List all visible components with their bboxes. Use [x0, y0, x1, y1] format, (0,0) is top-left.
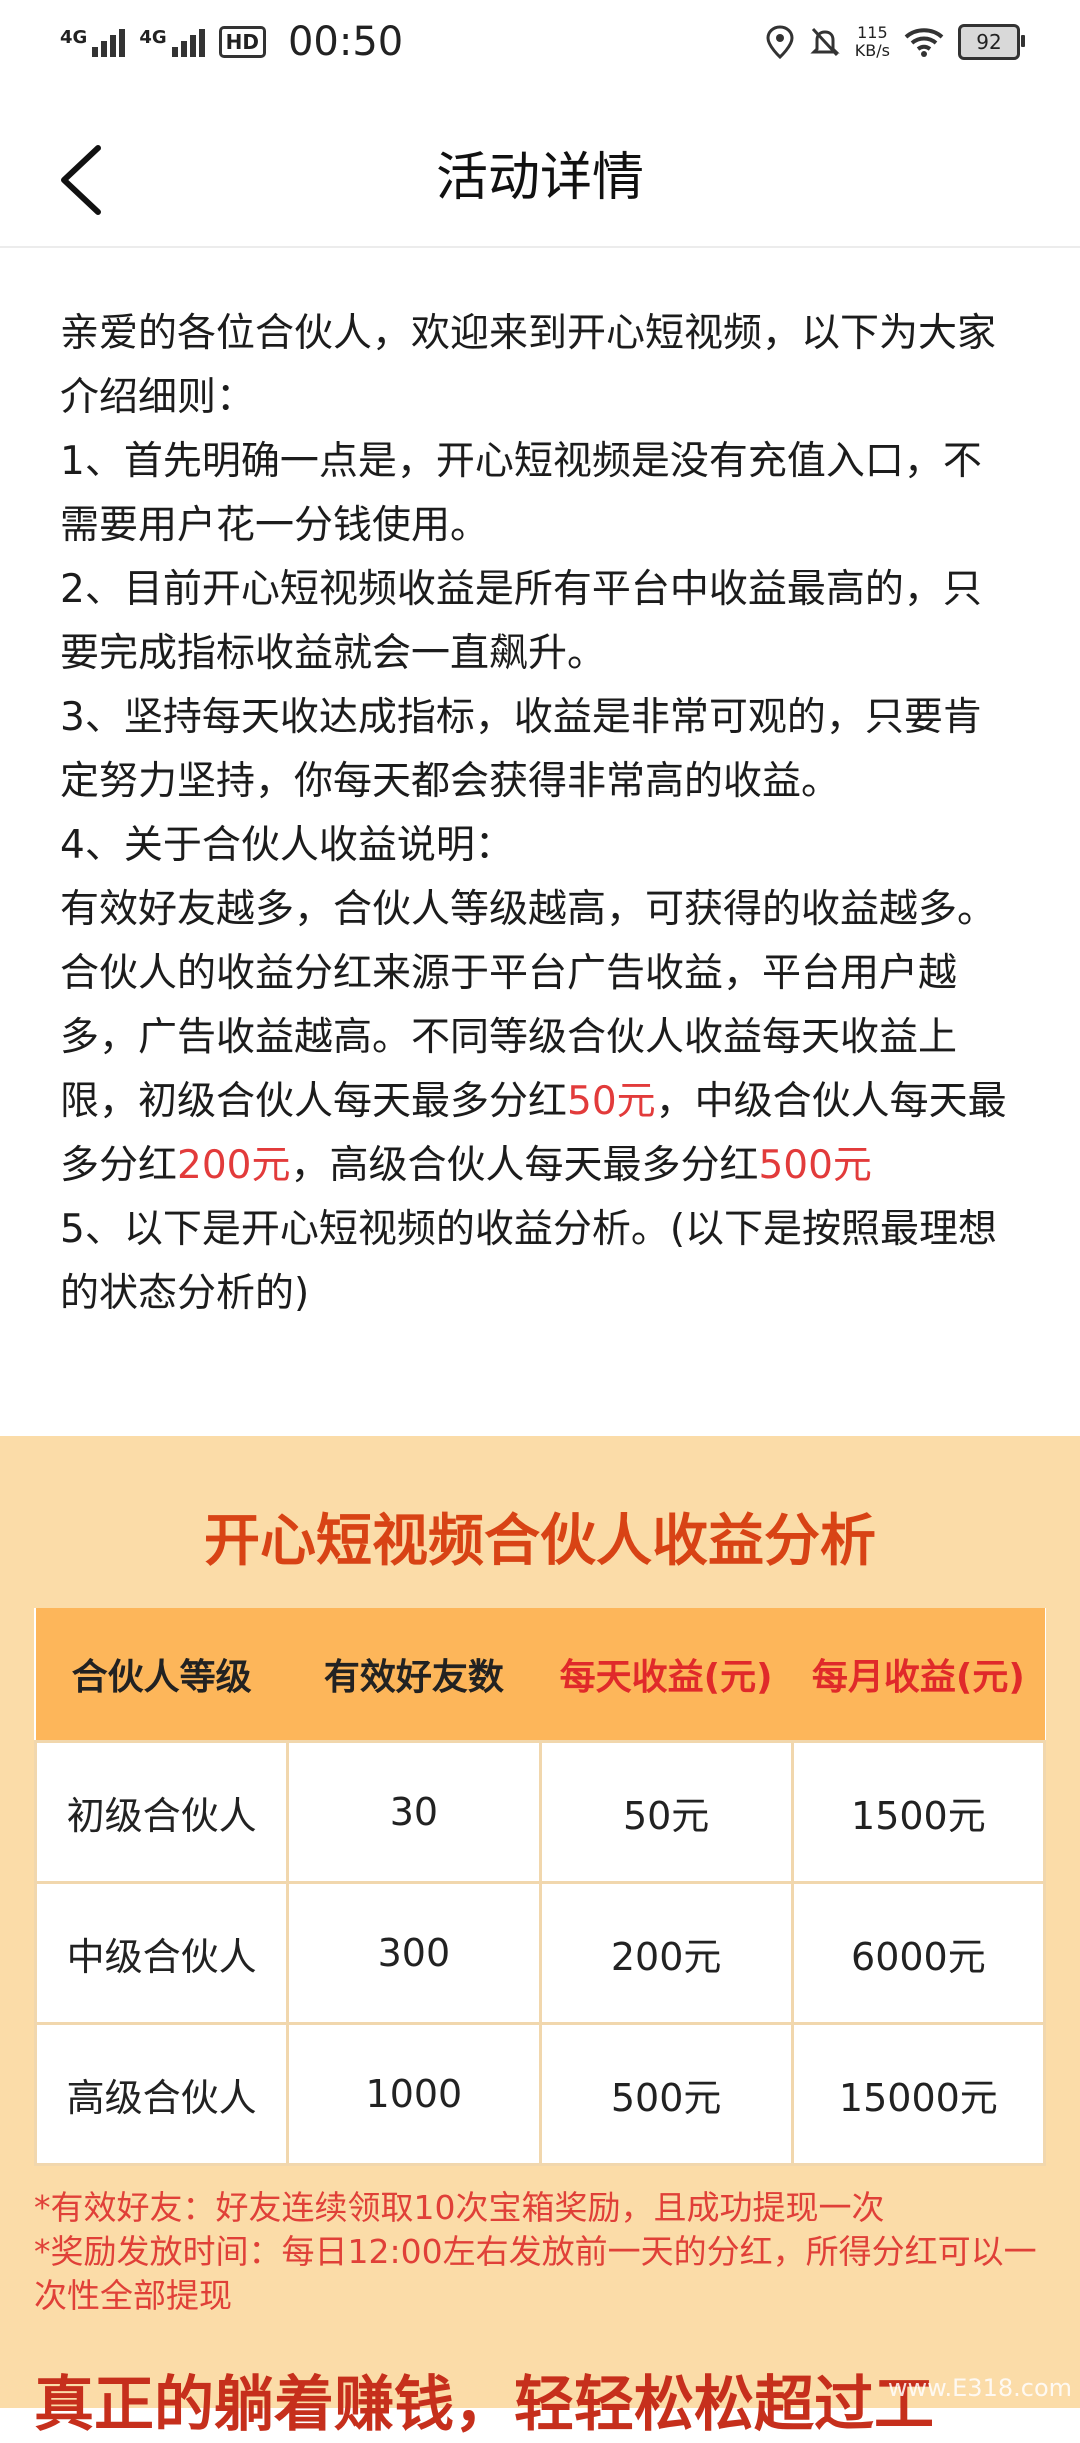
table-cell: 中级合伙人 [33, 1881, 290, 2025]
battery-level: 92 [976, 30, 1002, 54]
watermark: www.E318.com [887, 2374, 1072, 2402]
page-title: 活动详情 [435, 148, 644, 208]
speed-unit: KB/s [854, 41, 890, 60]
table-cell: 高级合伙人 [33, 2022, 290, 2166]
cellular-signal-icon-2: 4G [139, 27, 205, 57]
table-cell: 6000元 [790, 1881, 1047, 2025]
app-header: 活动详情 [0, 110, 1080, 248]
table-cell: 500元 [538, 2022, 794, 2166]
table-cell: 200元 [538, 1881, 794, 2025]
table-cell: 15000元 [790, 2022, 1047, 2166]
income-analysis-section: 开心短视频合伙人收益分析 合伙人等级 有效好友数 每天收益(元) 每月收益(元)… [0, 1436, 1080, 2440]
note-valid-friend: *有效好友：好友连续领取10次宝箱奖励，且成功提现一次 [34, 2188, 885, 2227]
footnotes: *有效好友：好友连续领取10次宝箱奖励，且成功提现一次 *奖励发放时间：每日12… [34, 2186, 1046, 2318]
wifi-icon [904, 28, 944, 57]
p6-text-c: ，高级合伙人每天最多分红 [290, 1143, 759, 1188]
intro-paragraph-6: 有效好友越多，合伙人等级越高，可获得的收益越多。合伙人的收益分红来源于平台广告收… [60, 878, 1020, 1198]
back-arrow-icon[interactable] [50, 140, 130, 220]
signal-label-2: 4G [139, 27, 167, 48]
battery-icon: 92 [958, 24, 1025, 60]
intro-paragraph-3: 2、目前开心短视频收益是所有平台中收益最高的，只要完成指标收益就会一直飙升。 [60, 567, 982, 676]
table-cell: 50元 [538, 1740, 794, 1884]
header-daily: 每天收益(元) [540, 1608, 793, 1742]
table-row: 初级合伙人 30 50元 1500元 [33, 1740, 1047, 1884]
middle-daily-cap: 200元 [177, 1143, 291, 1188]
income-table: 合伙人等级 有效好友数 每天收益(元) 每月收益(元) 初级合伙人 30 50元… [33, 1608, 1047, 2166]
location-icon [766, 25, 794, 59]
senior-daily-cap: 500元 [758, 1143, 872, 1188]
status-bar: 4G 4G HD 00:50 115 KB/s 92 [0, 0, 1080, 84]
mute-bell-icon [810, 27, 840, 57]
intro-paragraph-4: 3、坚持每天收达成指标，收益是非常可观的，只要肯定努力坚持，你每天都会获得非常高… [60, 695, 982, 804]
table-cell: 1000 [286, 2022, 542, 2166]
status-right: 115 KB/s 92 [765, 24, 1025, 60]
table-cell: 30 [286, 1740, 542, 1884]
network-speed: 115 KB/s [855, 24, 890, 60]
header-level: 合伙人等级 [35, 1608, 288, 1742]
table-row: 中级合伙人 300 200元 6000元 [33, 1881, 1047, 2025]
section-title: 开心短视频合伙人收益分析 [204, 1509, 876, 1574]
table-cell: 初级合伙人 [33, 1740, 290, 1884]
header-monthly: 每月收益(元) [792, 1608, 1045, 1742]
table-header-row: 合伙人等级 有效好友数 每天收益(元) 每月收益(元) [35, 1608, 1045, 1742]
status-left: 4G 4G HD 00:50 [60, 19, 403, 65]
activity-description: 亲爱的各位合伙人，欢迎来到开心短视频，以下为大家介绍细则： 1、首先明确一点是，… [60, 302, 1020, 1326]
intro-paragraph-1: 亲爱的各位合伙人，欢迎来到开心短视频，以下为大家介绍细则： [60, 311, 997, 420]
signal-label: 4G [60, 27, 88, 48]
speed-value: 115 [857, 23, 888, 42]
clock: 00:50 [287, 19, 404, 65]
hd-voice-icon: HD [218, 26, 266, 58]
table-cell: 300 [286, 1881, 542, 2025]
cellular-signal-icon: 4G [60, 27, 126, 57]
note-payout-time: *奖励发放时间：每日12:00左右发放前一天的分红，所得分红可以一次性全部提现 [34, 2232, 1037, 2315]
table-cell: 1500元 [790, 1740, 1047, 1884]
intro-paragraph-2: 1、首先明确一点是，开心短视频是没有充值入口，不需要用户花一分钱使用。 [60, 439, 982, 548]
header-friends: 有效好友数 [287, 1608, 540, 1742]
junior-daily-cap: 50元 [567, 1079, 656, 1124]
intro-paragraph-5: 4、关于合伙人收益说明： [60, 823, 514, 868]
intro-paragraph-7: 5、以下是开心短视频的收益分析。(以下是按照最理想的状态分析的) [60, 1207, 998, 1316]
table-row: 高级合伙人 1000 500元 15000元 [33, 2022, 1047, 2166]
